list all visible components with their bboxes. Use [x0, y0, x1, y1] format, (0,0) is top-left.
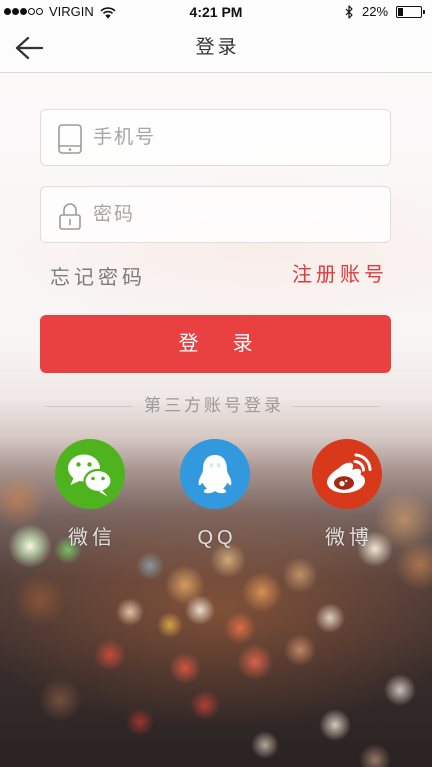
navigation-bar: 登录 — [0, 24, 432, 73]
phone-input[interactable] — [93, 110, 383, 165]
qq-circle[interactable] — [180, 439, 250, 509]
password-input[interactable] — [93, 187, 383, 242]
login-button[interactable]: 登录 — [40, 315, 391, 373]
wechat-circle[interactable] — [55, 439, 125, 509]
divider-line-left — [45, 405, 133, 407]
battery-icon — [396, 6, 422, 18]
qq-icon — [198, 455, 232, 494]
qq-login-button[interactable]: QQ — [165, 439, 265, 551]
divider-line-right — [292, 405, 380, 407]
weibo-login-button[interactable]: 微博 — [297, 439, 397, 551]
bluetooth-icon — [345, 5, 354, 19]
third-party-divider: 第三方账号登录 — [45, 396, 380, 416]
battery-nub — [423, 10, 425, 14]
battery-percentage: 22% — [362, 4, 389, 19]
lock-icon — [58, 201, 82, 231]
weibo-icon — [327, 453, 372, 493]
qq-label: QQ — [197, 527, 237, 549]
page-title: 登录 — [195, 37, 240, 58]
phone-icon — [58, 124, 82, 154]
weibo-label: 微博 — [325, 527, 373, 549]
back-button[interactable] — [13, 34, 45, 62]
arrow-left-icon — [15, 36, 43, 60]
forgot-password-link[interactable]: 忘记密码 — [50, 266, 146, 290]
password-field[interactable] — [40, 186, 391, 243]
phone-field[interactable] — [40, 109, 391, 166]
status-bar: VIRGIN 4:21 PM 22% — [0, 0, 432, 24]
third-party-heading: 第三方账号登录 — [144, 396, 284, 415]
wechat-login-button[interactable]: 微信 — [40, 439, 140, 551]
wechat-label: 微信 — [68, 527, 116, 549]
wechat-icon — [68, 454, 113, 497]
register-link[interactable]: 注册账号 — [292, 263, 388, 287]
weibo-circle[interactable] — [312, 439, 382, 509]
battery-level-fill — [398, 8, 403, 16]
